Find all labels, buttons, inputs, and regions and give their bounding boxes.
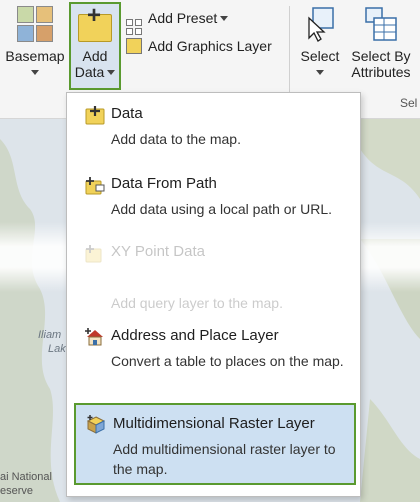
map-label-preserve: eserve (0, 485, 34, 497)
data-from-path-icon (85, 177, 105, 195)
select-by-attributes-label-line2: Attributes (351, 64, 411, 80)
map-label-iliamna: Iliam (38, 329, 62, 341)
menu-item-xy-point-data[interactable]: XY Point Data (71, 243, 356, 263)
menu-item-title: Multidimensional Raster Layer (113, 415, 315, 432)
select-button[interactable]: Select (296, 6, 344, 75)
menu-item-data[interactable]: Data Add data to the map. (71, 105, 356, 149)
add-data-icon: + (78, 4, 112, 44)
select-label: Select (300, 48, 340, 64)
add-data-label-line1: Add (82, 48, 108, 64)
menu-item-desc: Convert a table to places on the map. (111, 353, 344, 369)
menu-item-multidimensional-raster-layer[interactable]: Multidimensional Raster Layer Add multid… (74, 403, 356, 485)
menu-item-desc: Add data using a local path or URL. (111, 201, 333, 217)
address-place-icon (85, 328, 103, 346)
menu-item-address-place-layer[interactable]: Address and Place Layer Convert a table … (71, 327, 356, 371)
menu-item-data-from-path[interactable]: Data From Path Add data using a local pa… (71, 175, 356, 219)
ribbon-group-label: Sel (400, 96, 418, 110)
graphics-layer-icon (126, 38, 142, 54)
add-graphics-layer-label: Add Graphics Layer (148, 38, 272, 54)
multidimensional-raster-icon (86, 415, 106, 434)
add-preset-label: Add Preset (148, 10, 218, 26)
menu-item-title: Data From Path (111, 175, 217, 192)
basemap-button[interactable]: Basemap (4, 6, 66, 75)
add-data-button[interactable]: + Add Data (69, 2, 121, 90)
xy-point-data-icon (85, 245, 102, 263)
basemap-label: Basemap (5, 48, 65, 64)
map-label-national: ai National (0, 471, 52, 483)
menu-item-title: Data (111, 105, 143, 122)
chevron-down-icon (107, 70, 116, 75)
menu-item-title: Address and Place Layer (111, 327, 279, 344)
select-by-attributes-button[interactable]: Select By Attributes (346, 6, 416, 80)
add-data-menu: Data Add data to the map. Data From Path… (66, 92, 361, 497)
menu-item-desc: Add multidimensional raster layer to the… (113, 441, 336, 477)
menu-item-desc: Add data to the map. (111, 131, 241, 147)
chevron-down-icon (220, 16, 229, 21)
select-by-attributes-icon (364, 6, 398, 42)
add-preset-button[interactable]: Add Preset (126, 7, 229, 35)
select-icon (303, 6, 337, 42)
chevron-down-icon (31, 70, 39, 75)
chevron-down-icon (316, 70, 324, 75)
select-by-attributes-label-line1: Select By (351, 48, 411, 64)
add-graphics-layer-button[interactable]: Add Graphics Layer (126, 35, 272, 57)
menu-item-query-layer[interactable]: Add query layer to the map. (71, 287, 356, 313)
add-data-icon (85, 106, 105, 125)
add-data-label-line2: Data (74, 64, 105, 80)
menu-item-title: XY Point Data (111, 243, 205, 260)
menu-item-desc: Add query layer to the map. (111, 295, 283, 311)
basemap-icon (17, 6, 53, 42)
add-preset-icon (126, 19, 142, 35)
